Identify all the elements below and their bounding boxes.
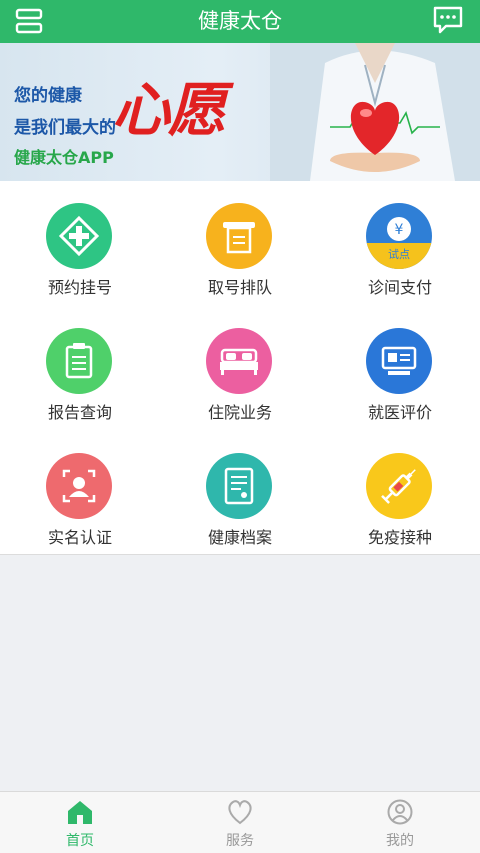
- service-evaluation[interactable]: 就医评价: [320, 306, 480, 430]
- home-icon: [68, 801, 92, 824]
- monitor-icon: [366, 328, 432, 394]
- service-real-name[interactable]: 实名认证: [0, 431, 160, 555]
- plus-cross-icon: [46, 203, 112, 269]
- bottom-tab-bar: 首页 服务 我的: [0, 791, 480, 853]
- banner-line-2: 是我们最大的: [14, 118, 116, 138]
- service-label: 报告查询: [47, 403, 112, 422]
- document-list-icon: [206, 453, 272, 519]
- service-label: 实名认证: [47, 528, 112, 547]
- tab-mine[interactable]: 我的: [320, 792, 480, 853]
- tab-label: 我的: [386, 833, 414, 849]
- service-vaccination[interactable]: 免疫接种: [320, 431, 480, 555]
- pilot-badge: 试点: [388, 248, 410, 261]
- tab-label: 服务: [226, 833, 254, 849]
- service-label: 预约挂号: [47, 278, 112, 297]
- user-icon: [387, 799, 413, 825]
- svg-text:¥: ¥: [395, 222, 404, 238]
- page-title: 健康太仓: [198, 9, 282, 33]
- clipboard-icon: [46, 328, 112, 394]
- service-label: 健康档案: [207, 528, 272, 547]
- bed-icon: [206, 328, 272, 394]
- yuan-coin-icon: ¥ 试点: [366, 203, 432, 269]
- banner-doctor-heart-image: [270, 43, 480, 181]
- message-icon[interactable]: [432, 5, 464, 35]
- banner-line-3: 健康太仓APP: [14, 148, 114, 167]
- service-label: 取号排队: [207, 278, 272, 297]
- syringe-icon: [366, 453, 432, 519]
- ticket-icon: [206, 203, 272, 269]
- tab-home[interactable]: 首页: [0, 792, 160, 853]
- service-health-records[interactable]: 健康档案: [160, 431, 320, 555]
- banner-big-text: 心愿: [112, 76, 226, 144]
- service-label: 就医评价: [367, 403, 432, 422]
- service-queue[interactable]: 取号排队: [160, 181, 320, 305]
- tab-services[interactable]: 服务: [160, 792, 320, 853]
- service-inpatient[interactable]: 住院业务: [160, 306, 320, 430]
- service-label: 住院业务: [207, 403, 272, 422]
- heart-icon: [228, 800, 252, 825]
- banner-line-1: 您的健康: [14, 86, 82, 106]
- tab-label: 首页: [66, 833, 94, 849]
- service-report[interactable]: 报告查询: [0, 306, 160, 430]
- service-label: 诊间支付: [367, 278, 432, 297]
- service-label: 免疫接种: [367, 528, 432, 547]
- face-id-icon: [46, 453, 112, 519]
- service-payment[interactable]: ¥ 试点 诊间支付: [320, 181, 480, 305]
- top-header: 健康太仓: [0, 0, 480, 43]
- service-appointment[interactable]: 预约挂号: [0, 181, 160, 305]
- service-grid: 预约挂号 取号排队 ¥ 试点 诊间支付 报告查询 住院业务 就医评价 实名认证 …: [0, 181, 480, 555]
- promo-banner[interactable]: 您的健康 是我们最大的 健康太仓APP 心愿: [0, 43, 480, 181]
